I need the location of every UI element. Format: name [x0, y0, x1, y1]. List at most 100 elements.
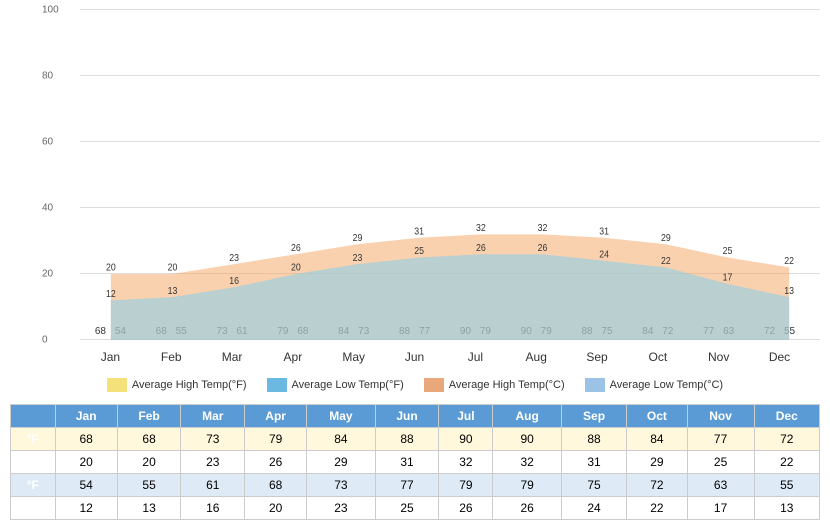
table-cell: 13: [117, 497, 181, 520]
x-label-jun: Jun: [384, 345, 445, 370]
legend-label: Average High Temp(°C): [449, 379, 565, 391]
table-cell: 20: [117, 451, 181, 474]
table-row: °F686873798488909088847772: [11, 428, 820, 451]
x-label-mar: Mar: [202, 345, 263, 370]
table-cell: 23: [307, 497, 376, 520]
bars-container: 6854685573617968847388779079907988758472…: [80, 10, 810, 340]
table-cell: 84: [627, 428, 687, 451]
table-month-header: May: [307, 405, 376, 428]
x-label-sep: Sep: [567, 345, 628, 370]
legend: Average High Temp(°F) Average Low Temp(°F…: [10, 370, 820, 400]
table-cell: 22: [754, 451, 819, 474]
table-month-header: Feb: [117, 405, 181, 428]
table-cell: 54: [55, 474, 117, 497]
table-cell: 20: [245, 497, 307, 520]
legend-item: Average Low Temp(°C): [585, 378, 723, 392]
table-cell: 16: [181, 497, 245, 520]
table-cell: 24: [561, 497, 626, 520]
table-cell: 68: [55, 428, 117, 451]
table-cell: 55: [117, 474, 181, 497]
table-cell: 25: [375, 497, 439, 520]
x-label-jul: Jul: [445, 345, 506, 370]
table-row-header: °C: [11, 497, 56, 520]
table-month-header: Mar: [181, 405, 245, 428]
table-cell: 23: [181, 451, 245, 474]
table-cell: 73: [181, 428, 245, 451]
chart-inner: 020406080100 685468557361796884738877907…: [40, 10, 820, 370]
legend-label: Average Low Temp(°C): [610, 379, 723, 391]
table-cell: 88: [561, 428, 626, 451]
table-cell: 17: [687, 497, 754, 520]
table-row: °C202023262931323231292522: [11, 451, 820, 474]
table-month-header: Jul: [439, 405, 493, 428]
data-table: JanFebMarAprMayJunJulAugSepOctNovDec°F68…: [10, 404, 820, 520]
table-cell: 77: [375, 474, 439, 497]
table-cell: 88: [375, 428, 439, 451]
table-cell: 73: [307, 474, 376, 497]
table-month-header: Apr: [245, 405, 307, 428]
table-corner-header: [11, 405, 56, 428]
legend-color-box: [424, 378, 444, 392]
table-cell: 32: [493, 451, 561, 474]
table-cell: 68: [245, 474, 307, 497]
x-label-dec: Dec: [749, 345, 810, 370]
table-cell: 22: [627, 497, 687, 520]
x-label-apr: Apr: [262, 345, 323, 370]
table-month-header: Oct: [627, 405, 687, 428]
table-cell: 12: [55, 497, 117, 520]
table-cell: 72: [627, 474, 687, 497]
legend-label: Average Low Temp(°F): [292, 379, 404, 391]
y-axis-label: [10, 10, 40, 370]
table-row-header: °C: [11, 451, 56, 474]
table-cell: 26: [439, 497, 493, 520]
table-cell: 26: [245, 451, 307, 474]
table-cell: 77: [687, 428, 754, 451]
legend-color-box: [107, 378, 127, 392]
x-axis: JanFebMarAprMayJunJulAugSepOctNovDec: [80, 345, 810, 370]
main-container: 020406080100 685468557361796884738877907…: [0, 0, 830, 520]
legend-color-box: [267, 378, 287, 392]
table-cell: 26: [493, 497, 561, 520]
table-cell: 31: [561, 451, 626, 474]
table-cell: 29: [307, 451, 376, 474]
table-cell: 29: [627, 451, 687, 474]
legend-item: Average High Temp(°C): [424, 378, 565, 392]
legend-color-box: [585, 378, 605, 392]
table-row: °C121316202325262624221713: [11, 497, 820, 520]
x-label-oct: Oct: [627, 345, 688, 370]
table-row: °F545561687377797975726355: [11, 474, 820, 497]
x-label-nov: Nov: [688, 345, 749, 370]
table-row-header: °F: [11, 474, 56, 497]
table-cell: 79: [245, 428, 307, 451]
table-month-header: Nov: [687, 405, 754, 428]
legend-item: Average Low Temp(°F): [267, 378, 404, 392]
table-cell: 63: [687, 474, 754, 497]
table-month-header: Dec: [754, 405, 819, 428]
table-row-header: °F: [11, 428, 56, 451]
chart-area: 020406080100 685468557361796884738877907…: [10, 10, 820, 370]
table-month-header: Jun: [375, 405, 439, 428]
table-cell: 32: [439, 451, 493, 474]
legend-label: Average High Temp(°F): [132, 379, 247, 391]
table-month-header: Jan: [55, 405, 117, 428]
table-cell: 31: [375, 451, 439, 474]
x-label-jan: Jan: [80, 345, 141, 370]
table-cell: 72: [754, 428, 819, 451]
table-cell: 90: [493, 428, 561, 451]
table-cell: 79: [493, 474, 561, 497]
table-cell: 90: [439, 428, 493, 451]
x-label-feb: Feb: [141, 345, 202, 370]
x-label-may: May: [323, 345, 384, 370]
table-cell: 68: [117, 428, 181, 451]
table-cell: 75: [561, 474, 626, 497]
table-month-header: Sep: [561, 405, 626, 428]
table-cell: 13: [754, 497, 819, 520]
table-cell: 84: [307, 428, 376, 451]
table-month-header: Aug: [493, 405, 561, 428]
x-label-aug: Aug: [506, 345, 567, 370]
table-cell: 55: [754, 474, 819, 497]
legend-item: Average High Temp(°F): [107, 378, 247, 392]
table-cell: 61: [181, 474, 245, 497]
table-cell: 20: [55, 451, 117, 474]
table-cell: 25: [687, 451, 754, 474]
